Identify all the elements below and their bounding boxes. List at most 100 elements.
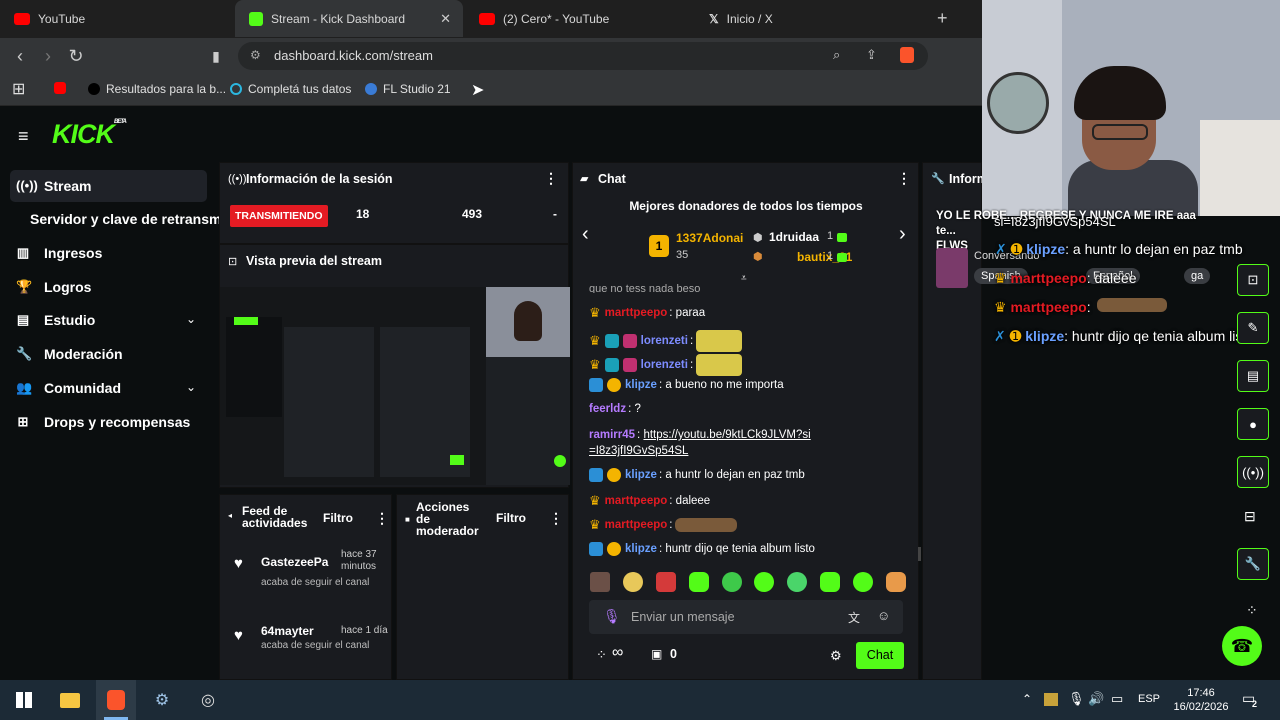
new-tab-button[interactable]: + [937, 8, 948, 29]
chat-input[interactable]: 🎙 Enviar un mensaje 文 ☺ [589, 600, 903, 634]
emote-icon[interactable] [622, 572, 643, 592]
emote-icon[interactable] [885, 572, 906, 592]
translate-icon[interactable]: 文 [848, 609, 860, 626]
brave-browser-icon[interactable] [104, 688, 128, 712]
tab-youtube[interactable]: YouTube [0, 0, 235, 37]
preview-panel [284, 327, 374, 477]
sidebar-item-drops[interactable]: ⊞ Drops y recompensas [16, 407, 191, 437]
share-nodes-icon[interactable]: ⁘ [1246, 602, 1258, 619]
site-settings-icon[interactable]: ⚙ [250, 48, 261, 62]
more-options-icon[interactable]: ⋮ [549, 510, 563, 527]
feed-username[interactable]: GastezeePa [261, 555, 328, 569]
scroll-down-icon[interactable]: ⩡ [741, 273, 747, 284]
chevron-right-icon[interactable]: › [899, 223, 906, 246]
forward-button[interactable]: › [38, 46, 58, 67]
stream-preview-video[interactable] [220, 287, 570, 485]
network-icon[interactable]: ▭ [1111, 691, 1123, 707]
microphone-icon[interactable]: 🎙 [603, 608, 621, 625]
sidebar-item-stream[interactable]: ((•)) Stream [16, 171, 91, 201]
support-chat-button[interactable]: ☎ [1222, 626, 1262, 666]
emote-icon[interactable] [590, 572, 610, 592]
steam-icon[interactable]: ⚙ [150, 688, 174, 712]
bookmark-flstudio[interactable]: FL Studio 21 [365, 82, 451, 96]
preview-icon: ⊡ [228, 256, 238, 268]
emote-icon[interactable] [853, 572, 873, 592]
windows-taskbar: ⚙ ◎ ⌃ 🎙 🔊 ▭ ESP 17:46 16/02/2026 ▭ 2 [0, 680, 1280, 720]
chevron-down-icon[interactable]: ⌄ [186, 312, 196, 326]
panel-title: Chat [598, 172, 626, 186]
chevron-down-icon[interactable]: ⌄ [186, 380, 196, 394]
emote-icon[interactable] [787, 572, 808, 592]
sidebar-item-logros[interactable]: 🏆 Logros [16, 272, 91, 302]
sidebar-item-comunidad[interactable]: 👥 Comunidad [16, 373, 121, 403]
overlay-chat-line: ♛ marttpeepo: daleee [994, 270, 1137, 286]
chat-bubble-icon[interactable]: ● [1237, 408, 1269, 440]
more-options-icon[interactable]: ⋮ [544, 170, 558, 187]
microphone-icon[interactable]: 🎙 [1068, 691, 1085, 707]
send-chat-button[interactable]: Chat [856, 642, 904, 669]
clock[interactable]: 17:46 16/02/2026 [1170, 686, 1232, 714]
emote-image-icon [675, 518, 738, 532]
tab-kick-dashboard[interactable]: Stream - Kick Dashboard ✕ [235, 0, 463, 37]
bookmark-google[interactable]: Resultados para la b... [88, 82, 226, 96]
more-options-icon[interactable]: ⋮ [897, 170, 911, 187]
layout-icon[interactable]: ⊟ [1244, 508, 1256, 525]
emoji-icon[interactable]: ☺ [877, 608, 890, 623]
sidebar-item-estudio[interactable]: ▤ Estudio [16, 305, 96, 335]
reload-button[interactable]: ↻ [66, 46, 86, 67]
bookmark-icon[interactable]: ▮ [206, 48, 226, 65]
bookmark-completa[interactable]: Completá tus datos [230, 82, 351, 96]
volume-icon[interactable]: 🔊 [1088, 691, 1104, 707]
tray-app-icon[interactable] [1044, 693, 1058, 706]
windows-start-icon[interactable] [12, 688, 36, 712]
emote-icon[interactable] [721, 572, 742, 592]
webcam-bed [1200, 120, 1280, 216]
emote-badge-icon [622, 334, 637, 348]
emote-icon[interactable] [820, 572, 841, 592]
file-explorer-icon[interactable] [58, 688, 82, 712]
feed-filter-button[interactable]: Filtro [323, 511, 353, 525]
hamburger-menu-icon[interactable]: ≡ [18, 126, 29, 147]
donor-name[interactable]: 1337Adonai [676, 231, 743, 245]
share-icon[interactable]: ⇪ [866, 47, 877, 63]
chat-input-placeholder: Enviar un mensaje [631, 610, 735, 624]
sidebar-item-moderacion[interactable]: 🔧 Moderación [16, 339, 123, 369]
sidebar-item-server-key[interactable]: Servidor y clave de retransm [30, 204, 221, 234]
feed-username[interactable]: 64mayter [261, 624, 314, 638]
settings-gear-icon[interactable]: ⚙ [830, 648, 842, 664]
pen-icon[interactable]: ✎ [1237, 312, 1269, 344]
sidebar-item-ingresos[interactable]: ▥ Ingresos [16, 238, 103, 268]
gift-icon: ⊞ [17, 414, 29, 429]
camera-icon[interactable]: ⊡ [1237, 264, 1269, 296]
broadcast-icon[interactable]: ((•)) [1237, 456, 1269, 488]
bookmark-youtube[interactable] [54, 82, 72, 94]
zoom-icon[interactable]: ⌕ [833, 47, 840, 63]
donor-name[interactable]: 1druidaa [769, 230, 819, 244]
overlay-chat-line: ♛ marttpeepo: [994, 298, 1167, 316]
store-icon[interactable]: ▣ [651, 647, 662, 661]
close-tab-icon[interactable]: ✕ [440, 11, 451, 27]
back-button[interactable]: ‹ [10, 46, 30, 67]
crown-icon: ♛ [589, 305, 601, 320]
tag-chip[interactable]: ga [1184, 268, 1211, 284]
obs-icon[interactable]: ◎ [196, 688, 220, 712]
apps-grid-icon[interactable]: ⊞ [12, 79, 25, 99]
tab-youtube-cero[interactable]: (2) Cero* - YouTube [465, 0, 693, 37]
kick-logo[interactable]: KICKBETA [52, 119, 127, 150]
emote-icon[interactable] [754, 572, 775, 592]
emote-icon[interactable] [655, 572, 676, 592]
show-hidden-icons[interactable]: ⌃ [1022, 692, 1032, 706]
emote-quick-bar [590, 572, 906, 594]
mod-filter-button[interactable]: Filtro [496, 511, 526, 525]
tab-x[interactable]: 𝕏 Inicio / X [695, 0, 923, 37]
chat-scrollbar[interactable] [918, 547, 921, 561]
emote-icon[interactable] [688, 572, 709, 592]
google-icon [88, 83, 100, 95]
language-indicator[interactable]: ESP [1138, 693, 1160, 705]
url-input[interactable]: ⚙ dashboard.kick.com/stream ⌕ ⇪ [238, 42, 928, 70]
wrench-icon[interactable]: 🔧 [1237, 548, 1269, 580]
chevron-left-icon[interactable]: ‹ [582, 223, 589, 246]
document-icon[interactable]: ▤ [1237, 360, 1269, 392]
more-options-icon[interactable]: ⋮ [375, 510, 389, 527]
brave-shield-icon[interactable] [900, 47, 914, 63]
